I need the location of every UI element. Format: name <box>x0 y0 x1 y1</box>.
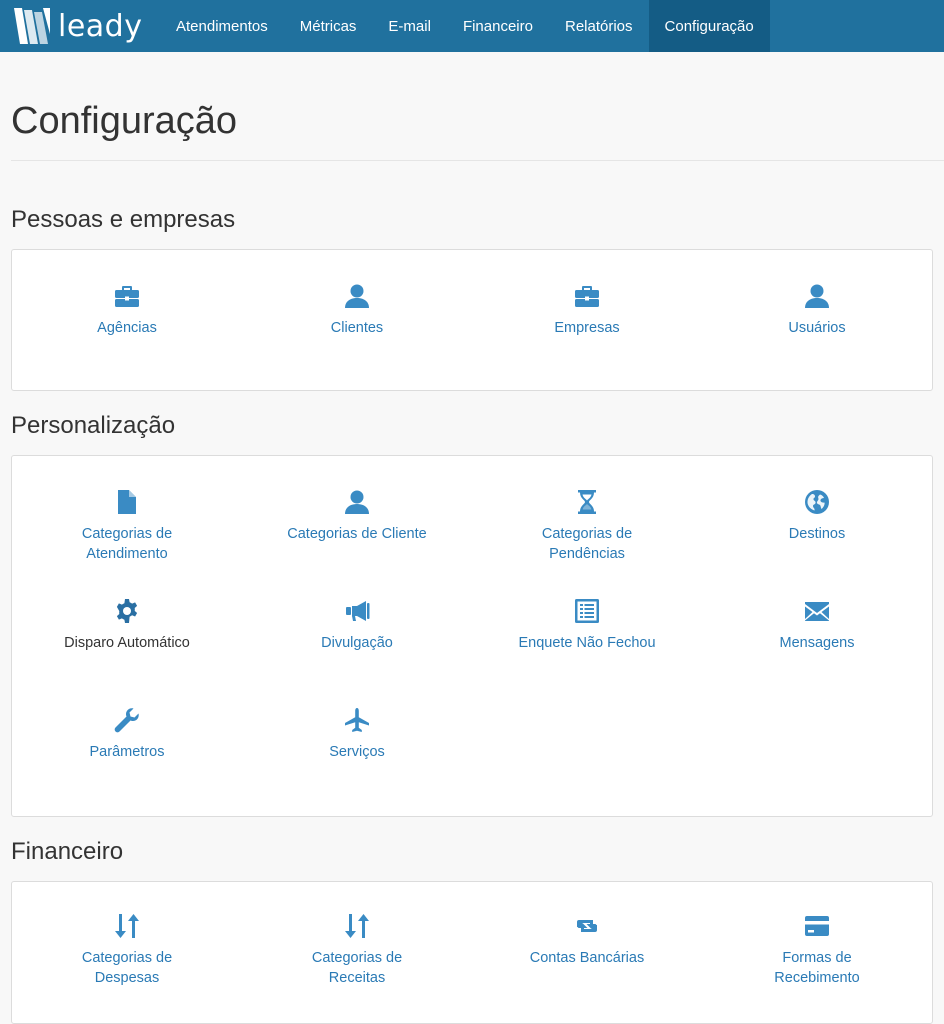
section-title-personalizacao: Personalização <box>11 412 176 439</box>
list-alt-icon <box>573 597 601 625</box>
user-icon <box>343 282 371 310</box>
config-link-categorias-receitas[interactable]: Categorias de Receitas <box>242 912 472 1023</box>
config-link-destinos[interactable]: Destinos <box>702 488 932 578</box>
config-link-label: Contas Bancárias <box>529 950 645 966</box>
section-title-financeiro: Financeiro <box>11 838 124 865</box>
config-link-label: Categorias de Cliente <box>287 526 427 542</box>
title-divider <box>11 160 944 161</box>
config-link-label: Disparo Automático <box>64 635 190 651</box>
gear-icon <box>113 597 141 625</box>
config-link-empresas[interactable]: Empresas <box>472 282 702 390</box>
nav-item-relatorios[interactable]: Relatórios <box>549 0 649 52</box>
config-link-mensagens[interactable]: Mensagens <box>702 597 932 687</box>
config-link-label: Divulgação <box>321 635 393 651</box>
leady-logo-icon <box>14 8 50 44</box>
wrench-icon <box>113 706 141 734</box>
config-link-disparo-automatico[interactable]: Disparo Automático <box>12 597 242 687</box>
config-link-contas-bancarias[interactable]: Contas Bancárias <box>472 912 702 1023</box>
nav-item-email[interactable]: E-mail <box>372 0 447 52</box>
config-link-label: Categorias de Receitas <box>311 950 403 986</box>
config-link-parametros[interactable]: Parâmetros <box>12 706 242 796</box>
config-link-categorias-pendencias[interactable]: Categorias de Pendências <box>472 488 702 578</box>
panel-personalizacao: Categorias de Atendimento Categorias de … <box>11 455 933 817</box>
panel-financeiro: Categorias de Despesas Categorias de Rec… <box>11 881 933 1024</box>
config-link-label: Usuários <box>788 320 846 336</box>
config-link-divulgacao[interactable]: Divulgação <box>242 597 472 687</box>
nav-item-atendimentos[interactable]: Atendimentos <box>160 0 284 52</box>
brand-name: leady <box>58 8 143 44</box>
config-link-formas-recebimento[interactable]: Formas de Recebimento <box>702 912 932 1023</box>
user-icon <box>803 282 831 310</box>
sort-arrows-icon <box>343 912 371 940</box>
config-link-enquete-nao-fechou[interactable]: Enquete Não Fechou <box>472 597 702 687</box>
config-link-agencias[interactable]: Agências <box>12 282 242 390</box>
config-link-label: Mensagens <box>779 635 855 651</box>
globe-icon <box>803 488 831 516</box>
sort-arrows-icon <box>113 912 141 940</box>
nav-item-financeiro[interactable]: Financeiro <box>447 0 549 52</box>
config-link-label: Enquete Não Fechou <box>518 635 656 651</box>
config-link-label: Formas de Recebimento <box>774 950 860 986</box>
config-link-label: Categorias de Pendências <box>541 526 633 562</box>
section-title-pessoas-empresas: Pessoas e empresas <box>11 206 236 233</box>
envelope-icon <box>803 597 831 625</box>
page-title: Configuração <box>11 100 238 142</box>
config-link-categorias-cliente[interactable]: Categorias de Cliente <box>242 488 472 578</box>
plane-icon <box>343 706 371 734</box>
user-icon <box>343 488 371 516</box>
top-navbar: leady Atendimentos Métricas E-mail Finan… <box>0 0 944 52</box>
brand-logo[interactable]: leady <box>0 0 160 52</box>
nav-item-configuracao[interactable]: Configuração <box>648 0 770 52</box>
briefcase-icon <box>113 282 141 310</box>
config-link-usuarios[interactable]: Usuários <box>702 282 932 390</box>
megaphone-icon <box>343 597 371 625</box>
credit-card-icon <box>803 912 831 940</box>
file-icon <box>113 488 141 516</box>
config-link-categorias-atendimento[interactable]: Categorias de Atendimento <box>12 488 242 578</box>
config-link-label: Serviços <box>329 744 385 760</box>
nav-item-metricas[interactable]: Métricas <box>284 0 373 52</box>
main-content: Configuração Pessoas e empresas Agências… <box>0 96 944 1024</box>
config-link-label: Destinos <box>788 526 846 542</box>
hourglass-icon <box>573 488 601 516</box>
config-link-label: Empresas <box>554 320 620 336</box>
config-link-label: Agências <box>97 320 157 336</box>
config-link-categorias-despesas[interactable]: Categorias de Despesas <box>12 912 242 1023</box>
retweet-icon <box>573 912 601 940</box>
panel-pessoas-empresas: Agências Clientes Empresas Usuários <box>11 249 933 391</box>
config-link-label: Categorias de Despesas <box>81 950 173 986</box>
config-link-clientes[interactable]: Clientes <box>242 282 472 390</box>
briefcase-icon <box>573 282 601 310</box>
config-link-label: Categorias de Atendimento <box>81 526 173 562</box>
config-link-label: Parâmetros <box>89 744 165 760</box>
config-link-label: Clientes <box>330 320 384 336</box>
main-nav: Atendimentos Métricas E-mail Financeiro … <box>160 0 770 52</box>
config-link-servicos[interactable]: Serviços <box>242 706 472 796</box>
